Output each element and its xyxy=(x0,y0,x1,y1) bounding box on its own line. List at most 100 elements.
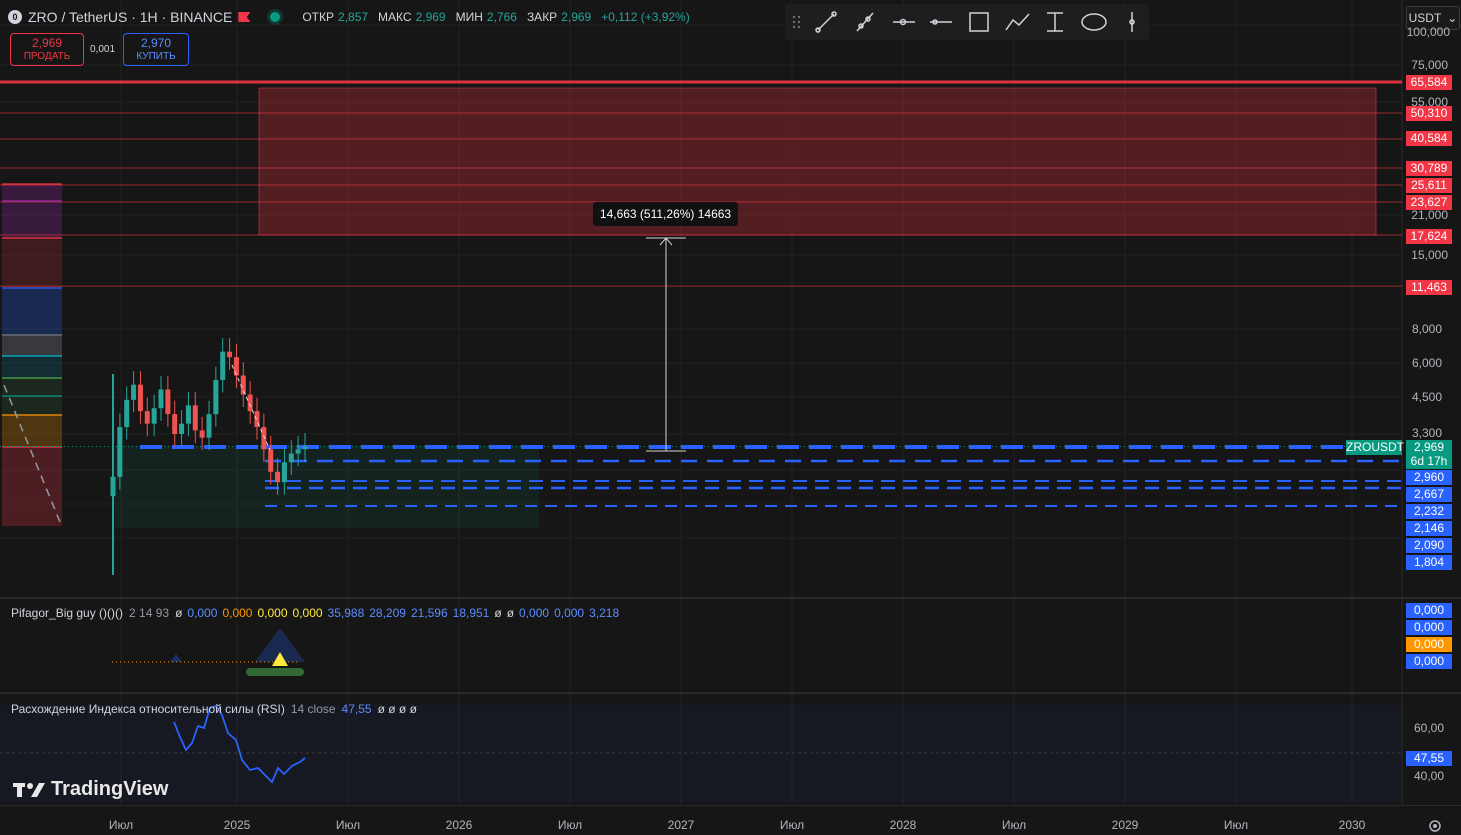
indicator2-legend[interactable]: Расхождение Индекса относительной силы (… xyxy=(11,702,417,716)
fib-box xyxy=(2,288,62,335)
indicator1-marker xyxy=(170,654,182,662)
last-price-tag: 2,969 xyxy=(1406,440,1452,455)
market-status-icon[interactable] xyxy=(270,12,281,22)
sell-label: ПРОДАТЬ xyxy=(23,50,71,62)
candle-body xyxy=(281,462,287,483)
fib-box xyxy=(2,184,62,238)
gear-icon[interactable] xyxy=(1427,818,1443,834)
indicator1-value: ø xyxy=(494,606,502,620)
indicator1-value: 21,596 xyxy=(410,606,448,620)
indicator1-value: 0,000 xyxy=(554,606,585,620)
rectangle-icon[interactable] xyxy=(969,12,989,32)
time-tick: Июл xyxy=(557,818,583,832)
indicator1-value: 0,000 xyxy=(187,606,218,620)
candle-body xyxy=(213,379,219,415)
indicator2-params: 14 close xyxy=(290,702,336,716)
candle-body xyxy=(158,389,164,409)
price-tag-red: 25,611 xyxy=(1406,178,1452,193)
time-tick: Июл xyxy=(108,818,134,832)
indicator1-value: 0,000 xyxy=(519,606,550,620)
price-tag-red: 11,463 xyxy=(1406,280,1452,295)
tradingview-logo-icon xyxy=(13,782,45,797)
price-tag-red: 65,584 xyxy=(1406,75,1452,90)
chevron-down-icon: ⌄ xyxy=(1447,11,1458,25)
candle-body xyxy=(117,427,123,477)
indicator1-tag: 0,000 xyxy=(1406,603,1452,618)
flag-icon[interactable] xyxy=(238,12,251,22)
tradingview-logo[interactable]: TradingView xyxy=(13,778,168,801)
price-tag-red: 30,789 xyxy=(1406,161,1452,176)
price-tick: 6,000 xyxy=(1411,356,1442,370)
buy-button[interactable]: 2,970 КУПИТЬ xyxy=(123,33,189,66)
price-tag-red: 50,310 xyxy=(1406,106,1452,121)
time-tick: Июл xyxy=(1223,818,1249,832)
brand-name: TradingView xyxy=(51,778,169,800)
fib-box xyxy=(2,447,62,526)
candle-body xyxy=(137,384,143,412)
candle-body xyxy=(295,449,301,454)
resistance-zone xyxy=(258,87,1377,236)
time-tick: Июл xyxy=(1001,818,1027,832)
measure-label[interactable]: 14,663 (511,26%) 14663 xyxy=(593,202,738,226)
fib-box xyxy=(2,415,62,447)
indicator1-legend[interactable]: Pifagor_Big guy ()()() 2 14 93 ø 0,000 0,0… xyxy=(11,606,619,620)
pane-divider xyxy=(0,805,1461,806)
candle-body xyxy=(268,449,274,472)
ray-icon[interactable] xyxy=(856,12,874,32)
price-tick: 8,000 xyxy=(1411,322,1442,336)
open-label: ОТКР xyxy=(302,10,335,24)
indicator1-bar xyxy=(246,668,304,676)
indicator1-params: 2 14 93 xyxy=(129,606,170,620)
candle-body xyxy=(124,399,130,428)
candle-body xyxy=(261,427,267,450)
fib-box xyxy=(2,335,62,356)
sell-price: 2,969 xyxy=(31,35,63,50)
high-value: 2,969 xyxy=(415,10,446,24)
indicator1-value: 0,000 xyxy=(257,606,288,620)
drag-handle-icon[interactable] xyxy=(792,15,801,29)
indicator1-name: Pifagor_Big guy ()()() xyxy=(11,606,124,620)
drawing-toolbar-icons xyxy=(792,11,1135,33)
candle-body xyxy=(227,351,233,358)
candle-body xyxy=(233,357,239,376)
price-tick: 21,000 xyxy=(1411,208,1448,222)
low-label: МИН xyxy=(455,10,483,24)
price-tick: 100,000 xyxy=(1406,25,1450,39)
sell-button[interactable]: 2,969 ПРОДАТЬ xyxy=(10,33,84,66)
vertical-line-icon[interactable] xyxy=(1129,12,1135,32)
close-label: ЗАКР xyxy=(526,10,558,24)
price-tag-blue: 2,146 xyxy=(1406,521,1452,536)
candle-body xyxy=(240,375,246,395)
drawing-toolbar xyxy=(785,4,1149,40)
high-label: МАКС xyxy=(378,10,412,24)
time-tick: 2025 xyxy=(223,818,251,832)
candle-body xyxy=(220,351,226,380)
path-icon[interactable] xyxy=(1005,13,1030,31)
symbol-logo-icon[interactable]: 0 xyxy=(8,10,22,24)
ellipse-icon[interactable] xyxy=(1081,13,1107,31)
indicator1-value: ø xyxy=(506,606,515,620)
horizontal-ray-icon[interactable] xyxy=(893,18,915,26)
candle-body xyxy=(172,414,178,434)
candle-body xyxy=(199,430,205,438)
price-tick: 75,000 xyxy=(1411,58,1448,72)
vertical-range-icon[interactable] xyxy=(1047,12,1063,32)
pane-divider xyxy=(0,597,1461,599)
time-tick: 2026 xyxy=(445,818,473,832)
time-tick: Июл xyxy=(335,818,361,832)
price-tag-blue: 2,090 xyxy=(1406,538,1452,553)
candle-body xyxy=(185,405,191,424)
indicator2-value: 47,55 xyxy=(341,702,372,716)
rsi-current-tag: 47,55 xyxy=(1406,751,1452,766)
horizontal-line-icon[interactable] xyxy=(930,19,952,25)
price-tag-red: 23,627 xyxy=(1406,195,1452,210)
currency-label: USDT xyxy=(1408,11,1442,25)
fib-box xyxy=(2,238,62,288)
change-value: +0,112 (+3,92%) xyxy=(601,10,690,24)
indicator1-tag: 0,000 xyxy=(1406,620,1452,635)
symbol-title[interactable]: ZRO / TetherUS · 1H · BINANCE xyxy=(28,9,232,25)
price-tick: 15,000 xyxy=(1411,248,1448,262)
indicator1-value: 35,988 xyxy=(327,606,365,620)
trend-line-icon[interactable] xyxy=(815,11,837,33)
price-tick: 4,500 xyxy=(1411,390,1442,404)
